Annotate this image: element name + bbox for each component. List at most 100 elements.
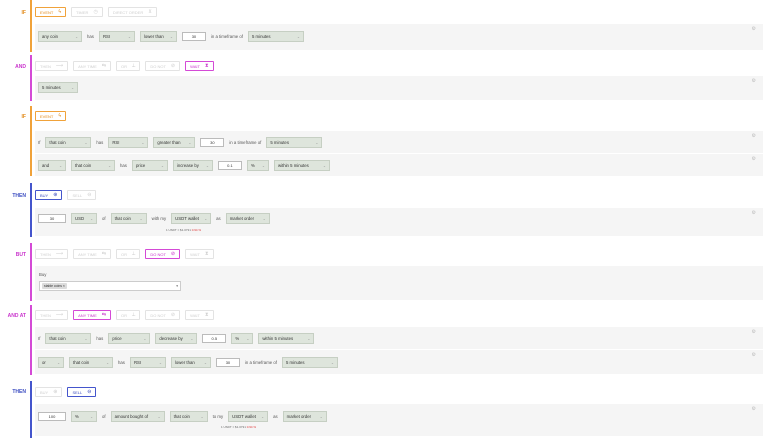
tab-do-not[interactable]: DO NOT ⊘	[145, 249, 181, 259]
tab-sell[interactable]: SELL ⊖	[67, 190, 97, 200]
comparison-select[interactable]: decrease by ⌄	[155, 333, 198, 344]
tab-sell[interactable]: SELL ⊖	[67, 387, 97, 397]
tab-direct-order[interactable]: DIRECT ORDER ⊻	[107, 7, 157, 17]
chevron-down-icon: ⌄	[90, 216, 93, 221]
tab-buy[interactable]: BUY ⊕	[35, 387, 63, 397]
order-type-select[interactable]: market order ⌄	[282, 411, 327, 422]
tab-event[interactable]: EVENT ϟ	[35, 7, 66, 17]
coin-group-select[interactable]: stable coins × ▾	[39, 281, 181, 291]
gear-icon[interactable]: ⚙	[752, 329, 756, 335]
gear-icon[interactable]: ⚙	[752, 78, 756, 84]
as-label: as	[273, 414, 278, 419]
tab-or[interactable]: OR ⟂	[116, 61, 141, 71]
wallet-select[interactable]: USDT wallet ⌄	[171, 213, 212, 224]
tab-wait[interactable]: WAIT ⧗	[185, 249, 214, 259]
unit-select[interactable]: % ⌄	[231, 333, 254, 344]
with-label: with my	[151, 216, 167, 221]
coin-select[interactable]: that coin ⌄	[45, 137, 92, 148]
chevron-down-icon: ⌄	[262, 216, 266, 221]
gear-icon[interactable]: ⚙	[752, 210, 756, 216]
indicator-select[interactable]: RSI ⌄	[98, 31, 135, 42]
value-input[interactable]: 30	[200, 138, 225, 147]
exception-panel: Buy stable coins × ▾	[35, 266, 763, 300]
chevron-down-icon: ⌄	[90, 414, 93, 419]
comparison-select[interactable]: lower than ⌄	[139, 31, 177, 42]
tab-wait[interactable]: WAIT ⧗	[185, 61, 214, 71]
within-select[interactable]: within 5 minutes ⌄	[273, 160, 330, 171]
coin-select[interactable]: that coin ⌄	[71, 160, 115, 171]
tab-wait[interactable]: WAIT ⧗	[185, 310, 214, 320]
gear-icon[interactable]: ⚙	[752, 406, 756, 412]
coin-select[interactable]: any coin ⌄	[38, 31, 82, 42]
tab-then[interactable]: THEN ⟶	[35, 249, 69, 259]
value-input[interactable]: 0.1	[217, 161, 242, 170]
if-label: If	[38, 336, 41, 341]
value-input[interactable]: 30	[215, 358, 240, 367]
tab-any-time[interactable]: ANY TIME ⇆	[73, 310, 112, 320]
gear-icon[interactable]: ⚙	[752, 133, 756, 139]
block-keyword: AND	[15, 64, 26, 70]
stable-coins-chip[interactable]: stable coins ×	[42, 283, 67, 289]
amount-input[interactable]: 100	[38, 412, 66, 421]
unit-select[interactable]: % ⌄	[246, 160, 269, 171]
caret-down-icon: ▾	[176, 284, 178, 288]
hourglass-icon: ⧗	[204, 250, 209, 257]
has-label: has	[118, 360, 125, 365]
rate-note: 1 USDT = $1.0731 0.94 %	[166, 228, 202, 232]
source-select[interactable]: amount bought of ⌄	[110, 411, 165, 422]
timeframe-select[interactable]: 5 minutes ⌄	[281, 357, 338, 368]
tab-then[interactable]: THEN ⟶	[35, 310, 69, 320]
gear-icon[interactable]: ⚙	[752, 26, 756, 32]
chevron-down-icon: ⌄	[319, 414, 323, 419]
order-type-select[interactable]: market order ⌄	[225, 213, 270, 224]
plus-circle-icon: ⊕	[53, 191, 58, 198]
metric-select[interactable]: price ⌄	[108, 333, 151, 344]
tab-or[interactable]: OR ⟂	[116, 249, 141, 259]
tab-do-not[interactable]: DO NOT ⊘	[145, 310, 181, 320]
wallet-select[interactable]: USDT wallet ⌄	[228, 411, 269, 422]
tab-buy[interactable]: BUY ⊕	[35, 190, 63, 200]
timeframe-label: in a timeframe of	[229, 140, 262, 145]
timeframe-select[interactable]: 5 minutes ⌄	[247, 31, 304, 42]
ban-icon: ⊘	[170, 250, 176, 257]
tab-then[interactable]: THEN ⟶	[35, 61, 69, 71]
within-select[interactable]: within 5 minutes ⌄	[258, 333, 315, 344]
gear-icon[interactable]: ⚙	[752, 156, 756, 162]
comparison-select[interactable]: increase by ⌄	[172, 160, 213, 171]
swap-icon: ⇆	[101, 62, 107, 69]
amount-input[interactable]: 30	[38, 214, 66, 223]
tab-event[interactable]: EVENT ϟ	[35, 111, 66, 121]
coin-select[interactable]: that coin ⌄	[45, 333, 92, 344]
chevron-down-icon: ⌄	[190, 336, 194, 341]
branch-icon: ⟂	[132, 62, 136, 69]
coin-select[interactable]: that coin ⌄	[110, 213, 147, 224]
chevron-down-icon: ⌄	[170, 34, 173, 39]
conjunction-select[interactable]: or ⌄	[38, 357, 64, 368]
indicator-select[interactable]: RSI ⌄	[108, 137, 149, 148]
value-input[interactable]: 0.5	[202, 334, 227, 343]
gear-icon[interactable]: ⚙	[752, 352, 756, 358]
tab-or[interactable]: OR ⟂	[116, 310, 141, 320]
chevron-down-icon: ⌄	[108, 163, 111, 168]
tab-timer[interactable]: TIMER ◷	[71, 7, 103, 17]
chevron-down-icon: ⌄	[262, 163, 265, 168]
indicator-select[interactable]: RSI ⌄	[129, 357, 166, 368]
metric-select[interactable]: price ⌄	[131, 160, 168, 171]
currency-select[interactable]: USD ⌄	[71, 213, 97, 224]
comparison-select[interactable]: greater than ⌄	[153, 137, 196, 148]
tab-any-time[interactable]: ANY TIME ⇆	[73, 249, 112, 259]
coin-select[interactable]: that coin ⌄	[169, 411, 208, 422]
plus-circle-icon: ⊕	[53, 388, 58, 395]
has-label: has	[87, 34, 94, 39]
unit-select[interactable]: % ⌄	[71, 411, 97, 422]
value-input[interactable]: 30	[181, 32, 206, 41]
timeframe-select[interactable]: 5 minutes ⌄	[266, 137, 323, 148]
coin-select[interactable]: that coin ⌄	[69, 357, 113, 368]
chevron-down-icon: ⌄	[297, 34, 300, 39]
tab-do-not[interactable]: DO NOT ⊘	[145, 61, 181, 71]
duration-select[interactable]: 5 minutes ⌄	[38, 82, 78, 93]
chevron-down-icon: ⌄	[331, 360, 334, 365]
conjunction-select[interactable]: and ⌄	[38, 160, 66, 171]
comparison-select[interactable]: lower than ⌄	[170, 357, 211, 368]
tab-any-time[interactable]: ANY TIME ⇆	[73, 61, 112, 71]
